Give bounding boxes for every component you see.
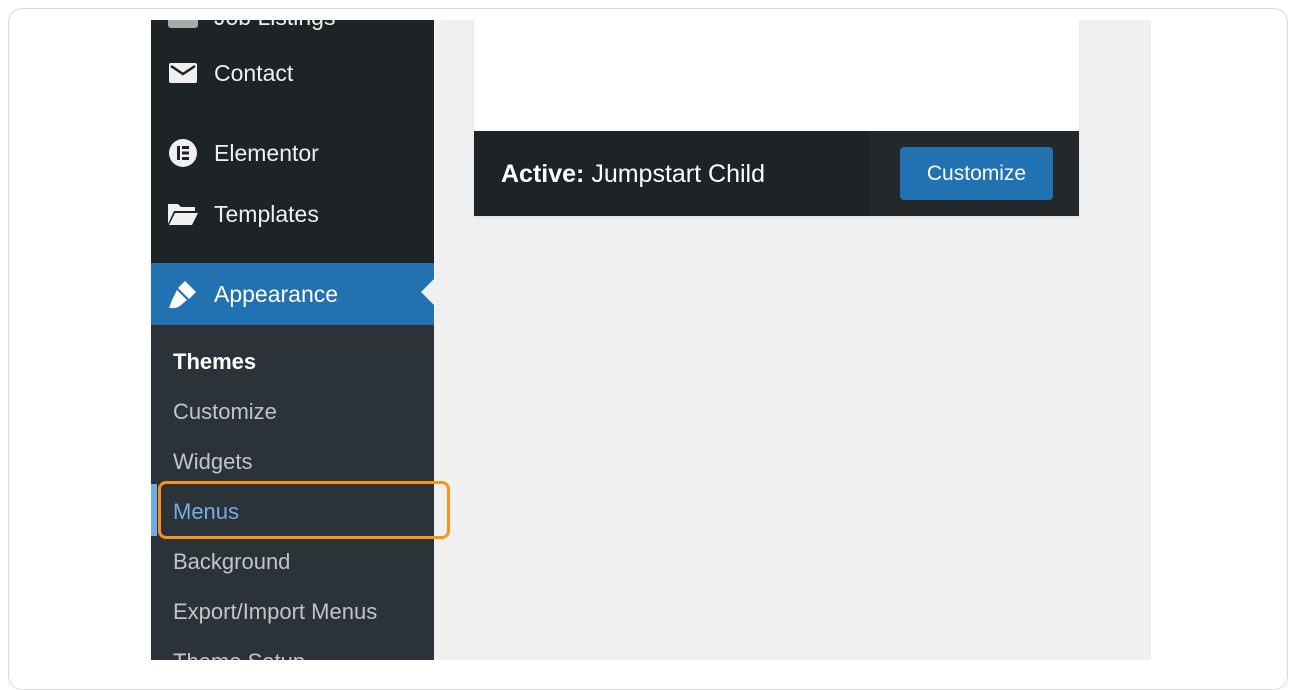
- sidebar-item-contact[interactable]: Contact: [151, 49, 434, 97]
- wp-admin-viewport: Job Listings Contact Elem: [151, 20, 1151, 660]
- theme-card-footer: Active: Jumpstart Child Customize: [474, 131, 1079, 216]
- submenu-customize[interactable]: Customize: [173, 392, 277, 432]
- customize-button[interactable]: Customize: [900, 147, 1053, 200]
- folder-icon: [167, 198, 199, 230]
- sidebar-item-label: Elementor: [214, 139, 319, 166]
- active-prefix: Active:: [501, 160, 585, 188]
- sidebar-item-elementor[interactable]: Elementor: [151, 129, 434, 177]
- submenu-export-import-menus[interactable]: Export/Import Menus: [173, 592, 377, 632]
- listings-icon: [167, 20, 199, 33]
- sidebar-item-appearance[interactable]: Appearance: [151, 263, 434, 325]
- elementor-icon: [167, 137, 199, 169]
- submenu-widgets[interactable]: Widgets: [173, 442, 252, 482]
- menus-highlight-box: [158, 481, 450, 539]
- sidebar-item-label: Appearance: [214, 280, 339, 307]
- submenu-theme-setup[interactable]: Theme Setup: [173, 642, 305, 660]
- sidebar-item-label: Templates: [214, 200, 319, 227]
- active-theme-name: Active: Jumpstart Child: [501, 160, 765, 189]
- sidebar-item-templates[interactable]: Templates: [151, 190, 434, 238]
- paintbrush-icon: [167, 278, 199, 310]
- envelope-icon: [167, 57, 199, 89]
- sidebar-item-label: Job Listings: [214, 20, 335, 31]
- theme-name: Jumpstart Child: [591, 160, 765, 188]
- sidebar-item-label: Contact: [214, 59, 294, 86]
- current-menu-arrow: [421, 279, 434, 305]
- submenu-background[interactable]: Background: [173, 542, 290, 582]
- submenu-themes[interactable]: Themes: [173, 342, 256, 382]
- sidebar-item-job-listings[interactable]: Job Listings: [151, 20, 434, 41]
- menus-hover-indicator: [151, 484, 157, 536]
- theme-screenshot[interactable]: [474, 20, 1079, 131]
- admin-sidebar: Job Listings Contact Elem: [151, 20, 434, 660]
- active-theme-card[interactable]: Active: Jumpstart Child Customize: [474, 20, 1079, 216]
